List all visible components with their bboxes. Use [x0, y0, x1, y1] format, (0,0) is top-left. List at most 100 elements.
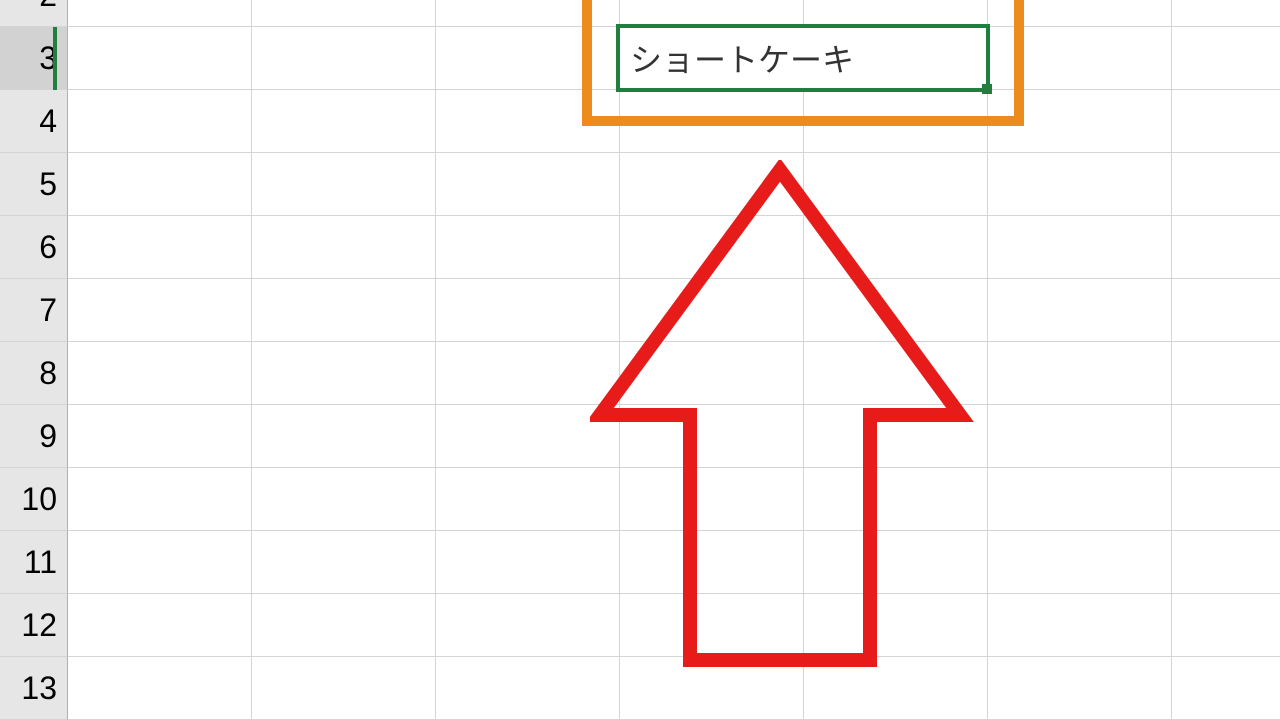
- cell[interactable]: [804, 594, 988, 657]
- cell[interactable]: [68, 27, 252, 90]
- table-row: 10: [0, 468, 1280, 531]
- spreadsheet-grid[interactable]: 2 3 4 5 6 7 8 9: [0, 0, 1280, 720]
- cell[interactable]: [988, 405, 1172, 468]
- cell[interactable]: [436, 153, 620, 216]
- cell[interactable]: [68, 468, 252, 531]
- cell[interactable]: [436, 90, 620, 153]
- cell[interactable]: [804, 279, 988, 342]
- cell[interactable]: [252, 657, 436, 720]
- cell[interactable]: [1172, 657, 1280, 720]
- cell[interactable]: [252, 594, 436, 657]
- cell[interactable]: [988, 216, 1172, 279]
- cell[interactable]: [988, 279, 1172, 342]
- cell[interactable]: [68, 594, 252, 657]
- cell[interactable]: [1172, 279, 1280, 342]
- table-row: 12: [0, 594, 1280, 657]
- cell[interactable]: [1172, 531, 1280, 594]
- cell[interactable]: [1172, 405, 1280, 468]
- cell[interactable]: [436, 342, 620, 405]
- cell[interactable]: [436, 405, 620, 468]
- cell[interactable]: [988, 531, 1172, 594]
- cell[interactable]: [804, 90, 988, 153]
- row-header[interactable]: 2: [0, 0, 68, 27]
- cell[interactable]: [988, 27, 1172, 90]
- cell[interactable]: [988, 90, 1172, 153]
- cell[interactable]: [988, 0, 1172, 27]
- cell[interactable]: [252, 342, 436, 405]
- cell[interactable]: [620, 153, 804, 216]
- cell[interactable]: [68, 216, 252, 279]
- cell[interactable]: [804, 342, 988, 405]
- cell[interactable]: [252, 531, 436, 594]
- row-header[interactable]: 10: [0, 468, 68, 531]
- cell[interactable]: [68, 405, 252, 468]
- cell[interactable]: [804, 153, 988, 216]
- cell[interactable]: [68, 531, 252, 594]
- cell[interactable]: [1172, 153, 1280, 216]
- cell[interactable]: [804, 0, 988, 27]
- cell[interactable]: [436, 0, 620, 27]
- cell[interactable]: [68, 153, 252, 216]
- cell[interactable]: [988, 657, 1172, 720]
- cell[interactable]: [620, 90, 804, 153]
- cell[interactable]: [620, 468, 804, 531]
- cell[interactable]: [1172, 594, 1280, 657]
- row-header[interactable]: 7: [0, 279, 68, 342]
- cell[interactable]: [68, 279, 252, 342]
- row-header[interactable]: 11: [0, 531, 68, 594]
- cell[interactable]: [988, 468, 1172, 531]
- cell[interactable]: [620, 405, 804, 468]
- cell[interactable]: [68, 0, 252, 27]
- cell[interactable]: [1172, 27, 1280, 90]
- cell[interactable]: [804, 405, 988, 468]
- row-header[interactable]: 9: [0, 405, 68, 468]
- cell[interactable]: [804, 216, 988, 279]
- cell[interactable]: [620, 531, 804, 594]
- cell[interactable]: [252, 468, 436, 531]
- cell[interactable]: [252, 0, 436, 27]
- fill-handle[interactable]: [982, 84, 992, 94]
- cell[interactable]: [620, 0, 804, 27]
- cell[interactable]: [252, 90, 436, 153]
- cell[interactable]: [436, 594, 620, 657]
- cell[interactable]: [252, 27, 436, 90]
- cell[interactable]: [620, 279, 804, 342]
- cell[interactable]: [1172, 342, 1280, 405]
- row-header[interactable]: 6: [0, 216, 68, 279]
- row-header-selected[interactable]: 3: [0, 27, 68, 90]
- cell[interactable]: [252, 216, 436, 279]
- row-header[interactable]: 13: [0, 657, 68, 720]
- cell[interactable]: [620, 594, 804, 657]
- cell[interactable]: [68, 657, 252, 720]
- cell[interactable]: [620, 657, 804, 720]
- table-row: 7: [0, 279, 1280, 342]
- row-header[interactable]: 8: [0, 342, 68, 405]
- cell[interactable]: [620, 216, 804, 279]
- row-header[interactable]: 5: [0, 153, 68, 216]
- cell[interactable]: [436, 216, 620, 279]
- cell[interactable]: [252, 279, 436, 342]
- row-header[interactable]: 4: [0, 90, 68, 153]
- cell[interactable]: [804, 531, 988, 594]
- cell[interactable]: [68, 342, 252, 405]
- cell[interactable]: [988, 342, 1172, 405]
- cell[interactable]: [68, 90, 252, 153]
- row-header[interactable]: 12: [0, 594, 68, 657]
- cell[interactable]: [988, 594, 1172, 657]
- cell[interactable]: [436, 657, 620, 720]
- active-cell[interactable]: ショートケーキ: [616, 24, 990, 92]
- cell[interactable]: [804, 657, 988, 720]
- cell[interactable]: [436, 468, 620, 531]
- cell[interactable]: [988, 153, 1172, 216]
- cell[interactable]: [436, 531, 620, 594]
- cell[interactable]: [1172, 468, 1280, 531]
- cell[interactable]: [804, 468, 988, 531]
- cell[interactable]: [252, 153, 436, 216]
- cell[interactable]: [620, 342, 804, 405]
- cell[interactable]: [1172, 90, 1280, 153]
- cell[interactable]: [436, 27, 620, 90]
- cell[interactable]: [252, 405, 436, 468]
- cell[interactable]: [1172, 0, 1280, 27]
- cell[interactable]: [436, 279, 620, 342]
- cell[interactable]: [1172, 216, 1280, 279]
